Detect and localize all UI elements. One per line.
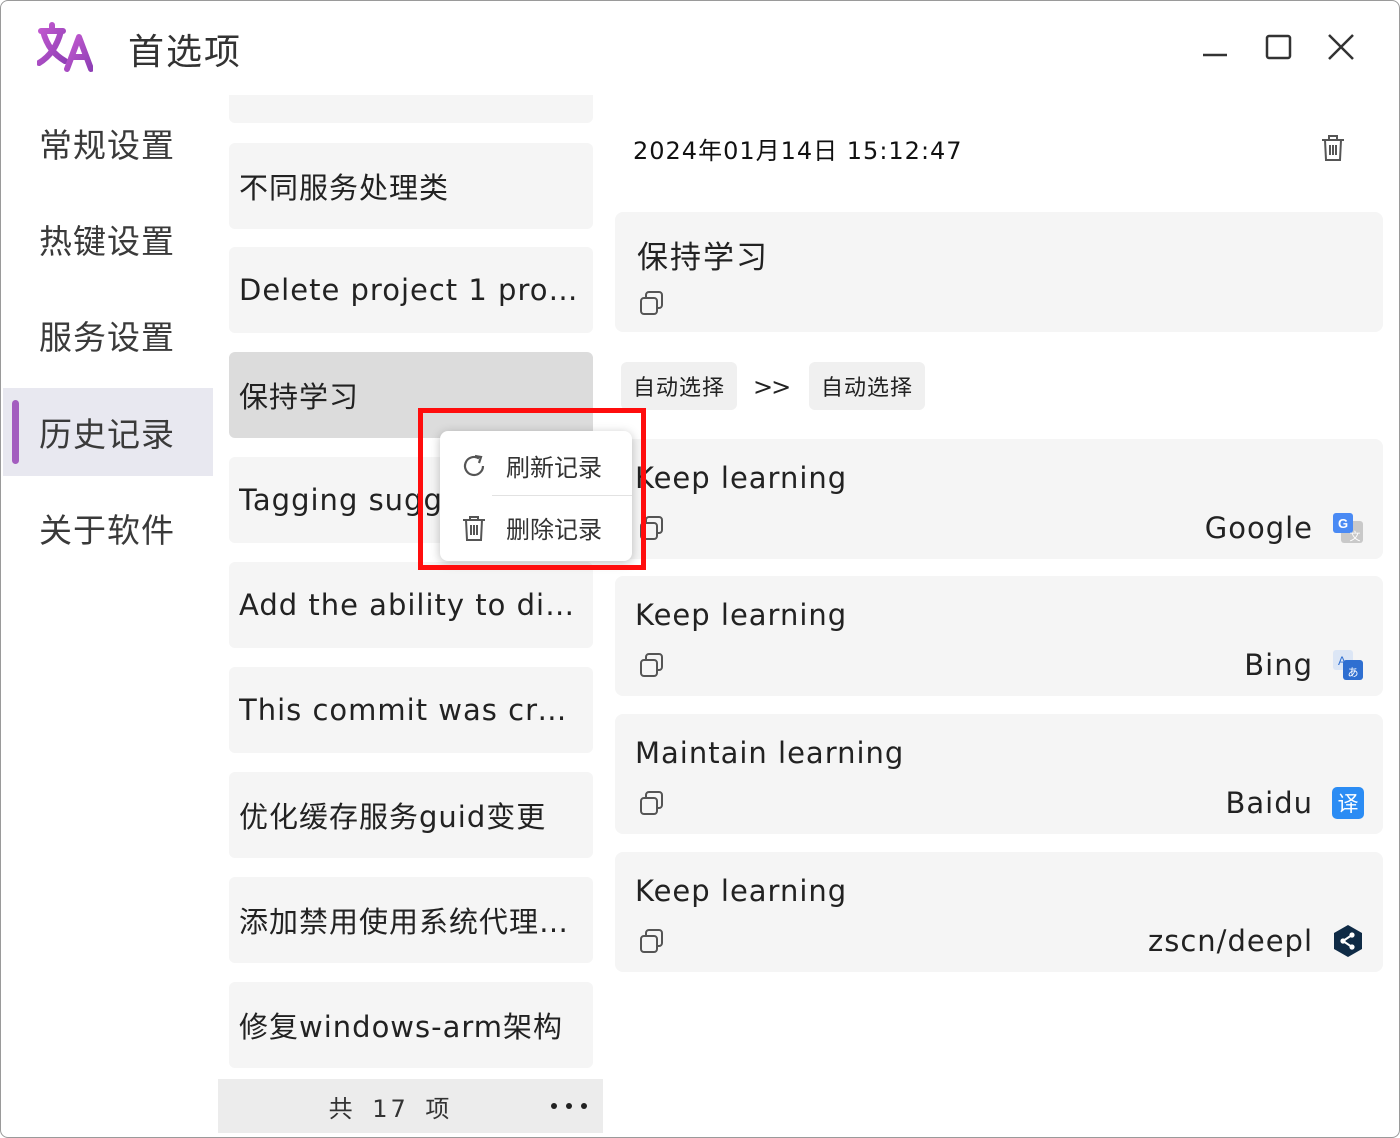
menu-item-delete-records[interactable]: 删除记录 (440, 497, 632, 557)
sidebar-item-hotkey[interactable]: 热键设置 (3, 195, 213, 283)
list-item-text: 保持学习 (239, 380, 360, 414)
list-item-text: 优化缓存服务guid变更 (239, 800, 547, 834)
list-item[interactable]: Delete project 1 project files (229, 247, 593, 333)
bing-translator-icon: A あ (1333, 650, 1363, 680)
result-card-deepl: Keep learning zscn/deepl (615, 852, 1383, 972)
deepl-icon (1334, 925, 1362, 957)
preferences-window: 首选项 常规设置 热键设置 服务设置 历史记录 关于软件 不同服务处理类 Del… (0, 0, 1400, 1138)
menu-item-label: 刷新记录 (506, 453, 602, 482)
result-text: Maintain learning (635, 736, 905, 770)
list-item[interactable] (229, 95, 593, 123)
list-item[interactable]: 修复windows-arm架构 (229, 982, 593, 1068)
source-text-card: 保持学习 (615, 212, 1383, 332)
trash-icon (1322, 135, 1344, 161)
copy-icon[interactable] (639, 790, 665, 816)
sidebar-item-service[interactable]: 服务设置 (3, 291, 213, 379)
source-language-label: 自动选择 (632, 376, 725, 401)
menu-divider (492, 495, 632, 496)
active-indicator (12, 400, 19, 464)
result-card-bing: Keep learning Bing A あ (615, 576, 1383, 696)
svg-text:译: 译 (1338, 792, 1359, 816)
target-language-select[interactable]: 自动选择 (809, 362, 925, 410)
copy-icon[interactable] (639, 652, 665, 678)
copy-icon[interactable] (639, 290, 665, 316)
sidebar-item-label: 历史记录 (39, 415, 175, 454)
list-item-text: 不同服务处理类 (239, 171, 450, 205)
trash-icon (463, 516, 485, 541)
title-bar[interactable]: 首选项 (1, 1, 1399, 93)
google-translate-icon: G 文 (1333, 513, 1363, 543)
close-button[interactable] (1321, 27, 1361, 67)
sidebar-item-label: 服务设置 (39, 318, 175, 357)
list-item[interactable]: 添加禁用使用系统代理选项 (229, 877, 593, 963)
more-dot-icon (566, 1103, 572, 1109)
svg-text:文: 文 (1350, 529, 1361, 543)
list-item-text: 修复windows-arm架构 (239, 1010, 564, 1044)
history-list-footer: 共 17 项 (218, 1079, 603, 1133)
language-arrow: >> (753, 373, 791, 401)
source-language-select[interactable]: 自动选择 (621, 362, 737, 410)
result-text: Keep learning (635, 461, 848, 495)
result-text: Keep learning (635, 874, 848, 908)
sidebar-item-general[interactable]: 常规设置 (3, 99, 213, 187)
service-name: Bing (1244, 648, 1313, 682)
close-icon (1328, 34, 1354, 60)
more-options-button[interactable] (551, 1093, 587, 1119)
more-dot-icon (551, 1103, 557, 1109)
result-card-google: Keep learning Google G 文 (615, 439, 1383, 559)
svg-text:あ: あ (1348, 666, 1359, 679)
copy-icon[interactable] (639, 515, 665, 541)
sidebar-item-about[interactable]: 关于软件 (3, 484, 213, 572)
sidebar-item-label: 常规设置 (39, 126, 175, 165)
minimize-icon (1203, 53, 1227, 57)
svg-text:G: G (1338, 516, 1348, 531)
service-name: Google (1204, 511, 1313, 545)
maximize-button[interactable] (1259, 27, 1299, 67)
result-text: Keep learning (635, 598, 848, 632)
baidu-translate-icon: 译 (1332, 787, 1364, 819)
list-item[interactable]: 不同服务处理类 (229, 143, 593, 229)
menu-item-label: 删除记录 (506, 515, 602, 544)
sidebar-item-label: 热键设置 (39, 222, 175, 261)
app-logo-icon (37, 22, 93, 72)
list-item-selected[interactable]: 保持学习 (229, 352, 593, 438)
copy-icon[interactable] (639, 928, 665, 954)
maximize-icon (1265, 34, 1292, 60)
service-name: zscn/deepl (1148, 924, 1313, 958)
list-item-text: This commit was created (239, 693, 583, 727)
sidebar-item-label: 关于软件 (39, 511, 175, 550)
source-text: 保持学习 (637, 240, 769, 276)
list-item[interactable]: Add the ability to display (229, 562, 593, 648)
target-language-label: 自动选择 (820, 376, 913, 401)
minimize-button[interactable] (1195, 27, 1235, 67)
more-dot-icon (581, 1103, 587, 1109)
history-count: 共 17 项 (328, 1094, 453, 1123)
list-item-text: Delete project 1 project files (239, 273, 583, 307)
menu-item-refresh-records[interactable]: 刷新记录 (440, 435, 632, 495)
service-name: Baidu (1225, 786, 1313, 820)
list-item[interactable]: This commit was created (229, 667, 593, 753)
list-item[interactable]: 优化缓存服务guid变更 (229, 772, 593, 858)
record-timestamp: 2024年01月14日 15:12:47 (633, 137, 963, 165)
list-item-text: Add the ability to display (239, 588, 583, 622)
delete-record-button[interactable] (1319, 133, 1347, 163)
context-menu: 刷新记录 删除记录 (440, 431, 632, 561)
window-title: 首选项 (128, 32, 243, 73)
sidebar-item-history[interactable]: 历史记录 (3, 388, 213, 476)
list-item-text: 添加禁用使用系统代理选项 (239, 905, 583, 939)
svg-text:A: A (1338, 654, 1346, 668)
refresh-icon (463, 454, 485, 477)
result-card-baidu: Maintain learning Baidu 译 (615, 714, 1383, 834)
history-list[interactable]: 不同服务处理类 Delete project 1 project files 保… (229, 95, 593, 1079)
